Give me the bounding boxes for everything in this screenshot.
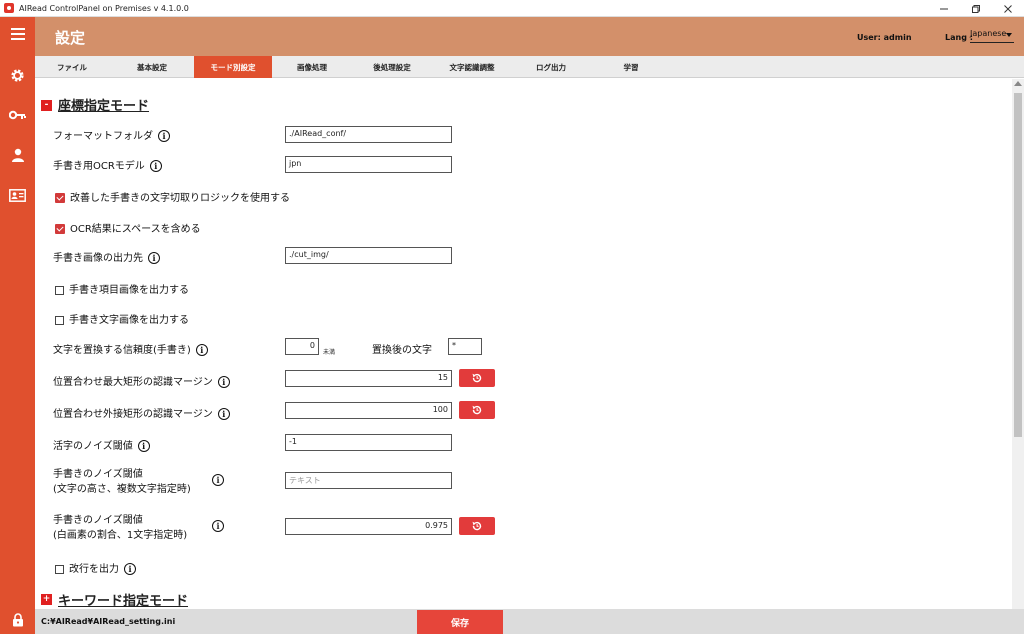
section-title-keyword-mode[interactable]: キーワード指定モード <box>58 590 188 609</box>
user-icon[interactable] <box>0 147 35 163</box>
user-label: User: admin <box>857 33 912 42</box>
info-icon[interactable]: i <box>217 376 230 388</box>
restore-icon <box>972 4 980 13</box>
info-icon[interactable]: i <box>217 408 230 420</box>
key-icon[interactable] <box>0 107 35 123</box>
reset-button[interactable] <box>459 401 495 419</box>
tab-log-output[interactable]: ログ出力 <box>515 56 587 78</box>
checkbox-checked-icon[interactable] <box>55 193 65 203</box>
hand-image-dest-label: 手書き画像の出力先 i <box>53 249 160 264</box>
vertical-scrollbar[interactable] <box>1012 79 1024 609</box>
gear-icon[interactable] <box>0 67 35 83</box>
print-noise-input[interactable]: -1 <box>285 434 452 451</box>
settings-panel: - 座標指定モード フォーマットフォルダ i ./AIRead_conf/ 手書き… <box>35 79 1012 609</box>
max-rect-margin-input[interactable]: 15 <box>285 370 452 387</box>
expand-section-button[interactable]: + <box>41 594 52 605</box>
format-folder-input[interactable]: ./AIRead_conf/ <box>285 126 452 143</box>
language-value: Japanese <box>970 29 1007 38</box>
tab-bar: ファイル 基本設定 モード別設定 画像処理 後処理設定 文字認識調整 ログ出力 … <box>35 56 1024 78</box>
page-header: 設定 User: admin Lang : Japanese <box>35 17 1024 56</box>
info-icon[interactable]: i <box>124 563 136 575</box>
section-title-coordinate-mode[interactable]: 座標指定モード <box>58 95 149 114</box>
checkbox-unchecked-icon[interactable] <box>55 315 64 325</box>
replace-confidence-input[interactable]: 0 <box>285 338 319 355</box>
hand-noise-white-label: 手書きのノイズ閾値 (白画素の割合、1文字指定時) <box>53 515 188 541</box>
tab-mode-settings[interactable]: モード別設定 <box>194 56 272 78</box>
reset-icon <box>472 373 482 383</box>
include-space-checkbox[interactable]: OCR結果にスペースを含める <box>55 220 201 235</box>
max-rect-margin-label: 位置合わせ最大矩形の認識マージン i <box>53 373 230 388</box>
tab-basic-settings[interactable]: 基本設定 <box>115 56 189 78</box>
title-bar: AIRead ControlPanel on Premises v 4.1.0.… <box>0 0 1024 17</box>
info-icon[interactable]: i <box>148 252 160 264</box>
output-char-image-checkbox[interactable]: 手書き文字画像を出力する <box>55 311 189 326</box>
minimize-icon <box>940 8 948 9</box>
close-icon <box>1004 4 1012 13</box>
reset-button[interactable] <box>459 517 495 535</box>
info-icon[interactable]: i <box>195 344 208 356</box>
language-select[interactable]: Japanese <box>970 29 1014 43</box>
output-item-image-checkbox[interactable]: 手書き項目画像を出力する <box>55 281 189 296</box>
tab-recognition-tuning[interactable]: 文字認識調整 <box>433 56 511 78</box>
window-title: AIRead ControlPanel on Premises v 4.1.0.… <box>19 3 189 13</box>
scroll-up-icon[interactable] <box>1014 81 1022 86</box>
hand-ocr-model-input[interactable]: jpn <box>285 156 452 173</box>
checkbox-unchecked-icon[interactable] <box>55 285 64 295</box>
info-icon[interactable]: i <box>212 474 224 486</box>
minimize-button[interactable] <box>928 0 960 17</box>
footer-bar: C:¥AIRead¥AIRead_setting.ini 保存 <box>35 609 1024 634</box>
print-noise-label: 活字のノイズ閾値 i <box>53 437 150 452</box>
collapse-section-button[interactable]: - <box>41 100 52 111</box>
settings-file-path: C:¥AIRead¥AIRead_setting.ini <box>41 617 176 626</box>
info-icon[interactable]: i <box>212 520 224 532</box>
tab-learning[interactable]: 学習 <box>595 56 667 78</box>
hand-noise-white-input[interactable]: 0.975 <box>285 518 452 535</box>
info-icon[interactable]: i <box>137 440 150 452</box>
tab-file[interactable]: ファイル <box>35 56 109 78</box>
info-icon[interactable]: i <box>149 160 162 172</box>
window-controls <box>928 0 1024 17</box>
replace-confidence-label: 文字を置換する信頼度(手書き) i <box>53 341 208 356</box>
scrollbar-thumb[interactable] <box>1014 93 1022 437</box>
page-title: 設定 <box>55 29 86 47</box>
tab-image-processing[interactable]: 画像処理 <box>275 56 349 78</box>
tab-post-processing[interactable]: 後処理設定 <box>353 56 431 78</box>
format-folder-label: フォーマットフォルダ i <box>53 127 170 142</box>
hand-ocr-model-label: 手書き用OCRモデル i <box>53 157 162 172</box>
lang-label: Lang : <box>945 33 973 42</box>
sidebar <box>0 17 35 634</box>
improved-logic-checkbox[interactable]: 改善した手書きの文字切取りロジックを使用する <box>55 189 290 204</box>
checkbox-unchecked-icon[interactable] <box>55 564 64 574</box>
replace-char-label: 置換後の文字 <box>372 345 432 356</box>
replace-char-input[interactable]: * <box>448 338 482 355</box>
menu-icon[interactable] <box>0 26 35 42</box>
unit-label: 未満 <box>323 349 336 356</box>
hand-noise-height-label: 手書きのノイズ閾値 (文字の高さ、複数文字指定時) <box>53 469 191 495</box>
save-button[interactable]: 保存 <box>417 610 503 634</box>
info-icon[interactable]: i <box>158 130 170 142</box>
outer-rect-margin-label: 位置合わせ外接矩形の認識マージン i <box>53 405 230 420</box>
hand-noise-height-input[interactable]: テキスト <box>285 472 452 489</box>
chevron-down-icon <box>1006 33 1012 37</box>
reset-icon <box>472 405 482 415</box>
lock-icon[interactable] <box>0 612 35 628</box>
newline-output-checkbox[interactable]: 改行を出力 i <box>55 560 136 575</box>
app-logo-icon <box>4 3 14 13</box>
reset-icon <box>472 521 482 531</box>
checkbox-checked-icon[interactable] <box>55 224 65 234</box>
hand-image-dest-input[interactable]: ./cut_img/ <box>285 247 452 264</box>
reset-button[interactable] <box>459 369 495 387</box>
restore-button[interactable] <box>960 0 992 17</box>
id-card-icon[interactable] <box>0 187 35 203</box>
close-button[interactable] <box>992 0 1024 17</box>
outer-rect-margin-input[interactable]: 100 <box>285 402 452 419</box>
